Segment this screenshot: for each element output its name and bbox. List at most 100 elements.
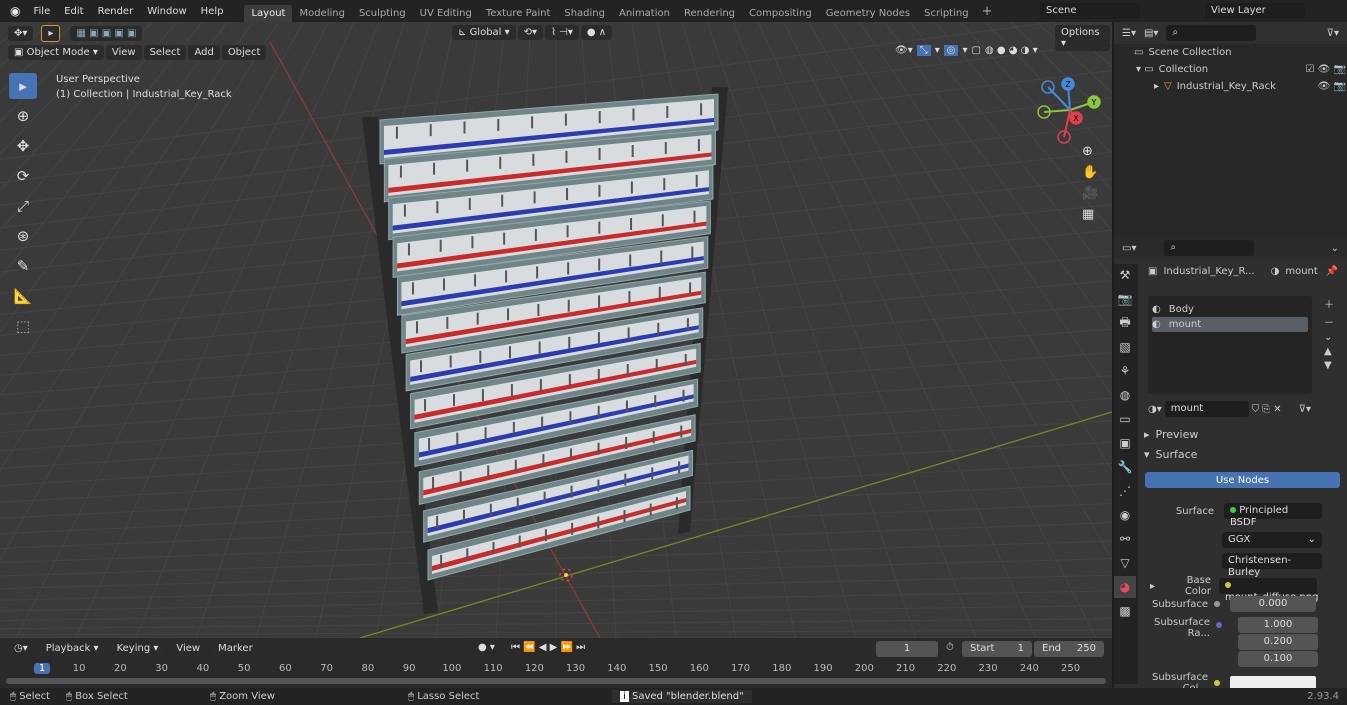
display-mode-icon[interactable]: ▤▾ <box>1144 28 1158 39</box>
material-browse-icon[interactable]: ◑▾ <box>1148 404 1162 415</box>
material-tab-icon[interactable]: ◕ <box>1114 576 1136 598</box>
particles-tab-icon[interactable]: ⋰ <box>1114 480 1136 502</box>
select-tool-icon[interactable]: ▸ <box>41 25 61 42</box>
menu-file[interactable]: File <box>26 6 57 17</box>
outliner-collection[interactable]: ▾ ▭ Collection ☑ 👁 📷 <box>1136 64 1346 75</box>
unlink-icon[interactable]: ✕ <box>1273 404 1281 415</box>
tool-tab-icon[interactable]: ⚒ <box>1114 264 1136 286</box>
add-workspace-icon[interactable]: + <box>976 4 999 19</box>
add-slot-icon[interactable]: ＋ <box>1324 296 1334 311</box>
menu-view[interactable]: View <box>105 45 142 60</box>
constraints-tab-icon[interactable]: ⚯ <box>1114 528 1136 550</box>
material-slot-body[interactable]: ◐ Body <box>1152 301 1308 318</box>
properties-editor-icon[interactable]: ▭▾ <box>1122 243 1136 254</box>
data-tab-icon[interactable]: ▽ <box>1114 552 1136 574</box>
pan-hand-icon[interactable]: ✋ <box>1082 165 1098 180</box>
rotate-tool-icon[interactable]: ⟳ <box>9 163 37 189</box>
grid-perspective-icon[interactable]: ▦ <box>1082 207 1098 222</box>
workspace-tab-sculpting[interactable]: Sculpting <box>352 5 413 22</box>
orientation-dropdown[interactable]: ⊾ Global ▾ <box>452 25 516 40</box>
output-tab-icon[interactable]: 🖶 <box>1114 312 1136 334</box>
material-name-field[interactable]: mount <box>1164 401 1249 417</box>
workspace-tab-animation[interactable]: Animation <box>612 5 677 22</box>
overlay-icon[interactable]: ◎ <box>943 45 959 56</box>
3d-viewport[interactable]: YZX ✥▾ ▸ ▦ ▣ ▣ ▣ ▣ ⊾ Global ▾ ⟲▾ ⌇ ⊣▾ ● … <box>0 22 1112 638</box>
move-up-icon[interactable]: ▲ <box>1324 346 1334 357</box>
subsurface-radius-z[interactable]: 0.100 <box>1238 651 1318 667</box>
move-tool-icon[interactable]: ✥ <box>9 133 37 159</box>
preview-panel-header[interactable]: ▸ Preview <box>1144 428 1198 441</box>
fake-user-icon[interactable]: ⛉ <box>1252 404 1260 415</box>
menu-help[interactable]: Help <box>194 6 231 17</box>
cursor-tool-icon[interactable]: ⊕ <box>9 103 37 129</box>
menu-edit[interactable]: Edit <box>57 6 90 17</box>
object-tab-icon[interactable]: ▣ <box>1114 432 1136 454</box>
scale-tool-icon[interactable]: ⤢ <box>9 193 37 219</box>
slot-menu-icon[interactable]: ⌄ <box>1324 332 1334 343</box>
world-tab-icon[interactable]: ◍ <box>1114 384 1136 406</box>
zoom-icon[interactable]: ⊕ <box>1082 144 1098 159</box>
workspace-tab-rendering[interactable]: Rendering <box>677 5 742 22</box>
surface-panel-header[interactable]: ▾ Surface <box>1144 448 1197 461</box>
transform-tool-icon[interactable]: ⊛ <box>9 223 37 249</box>
camera-icon[interactable]: 🎥 <box>1082 186 1098 201</box>
subsurface-method-dropdown[interactable]: Christensen-Burley <box>1222 553 1322 578</box>
mode-dropdown[interactable]: ▣ Object Mode ▾ <box>8 45 104 60</box>
surface-shader-field[interactable]: Principled BSDF <box>1224 503 1322 528</box>
distribution-dropdown[interactable]: GGX ⌄ <box>1222 532 1322 548</box>
workspace-tab-uv-editing[interactable]: UV Editing <box>413 5 479 22</box>
expand-icon[interactable]: ▸ <box>1150 581 1155 592</box>
select-box-tool-icon[interactable]: ▸ <box>9 73 37 99</box>
filter-icon[interactable]: ⊽▾ <box>1327 28 1339 39</box>
menu-add[interactable]: Add <box>188 45 220 60</box>
collection-tab-icon[interactable]: ▭ <box>1114 408 1136 430</box>
timeline-scrollbar[interactable] <box>6 678 1106 684</box>
outliner-editor-icon[interactable]: ☰▾ <box>1122 28 1136 39</box>
workspace-tab-compositing[interactable]: Compositing <box>742 5 819 22</box>
annotate-tool-icon[interactable]: ✎ <box>9 253 37 279</box>
scene-tab-icon[interactable]: ⚘ <box>1114 360 1136 382</box>
workspace-tab-geometry-nodes[interactable]: Geometry Nodes <box>819 5 917 22</box>
subsurface-radius-y[interactable]: 0.200 <box>1238 634 1318 650</box>
menu-object[interactable]: Object <box>221 45 267 60</box>
options-chevron-icon[interactable]: ⌄ <box>1331 243 1339 254</box>
use-nodes-button[interactable]: Use Nodes <box>1145 472 1340 488</box>
gizmo-dropdown-icon[interactable]: ▾ <box>935 45 940 56</box>
outliner-scene-collection[interactable]: ▭ Scene Collection <box>1134 47 1232 58</box>
menu-render[interactable]: Render <box>91 6 141 17</box>
outliner-object[interactable]: ▸ ▽ Industrial_Key_Rack 👁 📷 <box>1154 81 1346 92</box>
workspace-tab-texture-paint[interactable]: Texture Paint <box>479 5 558 22</box>
menu-window[interactable]: Window <box>140 6 193 17</box>
overlay-dropdown-icon[interactable]: ▾ <box>962 45 967 56</box>
blender-logo-icon[interactable]: ◉ <box>0 4 26 18</box>
object-visibility-icons[interactable]: 👁 📷 <box>1318 81 1346 92</box>
gizmo-toggle-icon[interactable]: ⤡ <box>916 45 931 56</box>
shading-modes-icon[interactable]: ◍ ● ◕ ◑ ▾ <box>985 45 1038 56</box>
material-slot-mount[interactable]: ◐ mount <box>1152 317 1308 332</box>
physics-tab-icon[interactable]: ◉ <box>1114 504 1136 526</box>
view-layer-selector[interactable]: View Layer <box>1205 3 1305 19</box>
outliner-search[interactable]: ⌕ <box>1166 25 1257 41</box>
view-layer-tab-icon[interactable]: ▧ <box>1114 336 1136 358</box>
pin-icon[interactable]: 📌 <box>1326 266 1338 277</box>
options-dropdown[interactable]: Options ▾ <box>1055 25 1110 51</box>
workspace-tab-layout[interactable]: Layout <box>244 5 293 22</box>
menu-select[interactable]: Select <box>143 45 187 60</box>
workspace-tab-scripting[interactable]: Scripting <box>917 5 975 22</box>
measure-tool-icon[interactable]: 📐 <box>9 283 37 309</box>
snap-icon[interactable]: ⌇ ⊣▾ <box>545 25 579 40</box>
remove-slot-icon[interactable]: － <box>1324 314 1334 329</box>
link-dropdown-icon[interactable]: ⊽▾ <box>1299 404 1311 415</box>
select-mode-icons[interactable]: ▦ ▣ ▣ ▣ ▣ <box>70 26 143 41</box>
base-color-texture-field[interactable]: mount_diffuse.png <box>1219 578 1318 603</box>
add-cube-tool-icon[interactable]: ⬚ <box>9 313 37 339</box>
modifier-tab-icon[interactable]: 🔧 <box>1114 456 1136 478</box>
properties-search[interactable]: ⌕ <box>1164 240 1255 256</box>
render-tab-icon[interactable]: 📷 <box>1114 288 1136 310</box>
pivot-icon[interactable]: ⟲▾ <box>517 25 544 40</box>
texture-tab-icon[interactable]: ▩ <box>1114 600 1136 622</box>
workspace-tab-modeling[interactable]: Modeling <box>292 5 352 22</box>
editor-type-icon[interactable]: ✥▾ <box>8 26 34 41</box>
visibility-toggle-icons[interactable]: ☑ 👁 📷 <box>1306 64 1346 75</box>
scene-selector[interactable]: Scene <box>1040 3 1140 19</box>
